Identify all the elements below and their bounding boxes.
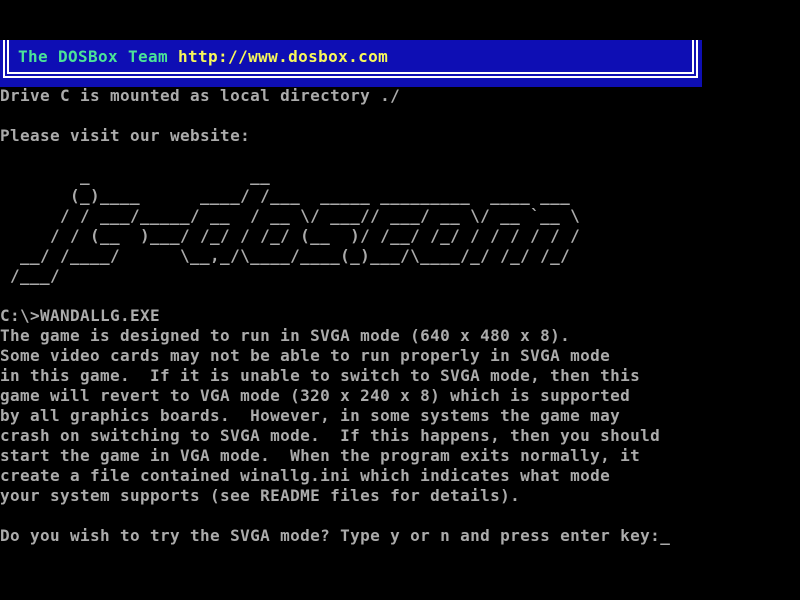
banner-text-line: The DOSBox Team http://www.dosbox.com [18,47,388,67]
svga-question-line: Do you wish to try the SVGA mode? Type y… [0,526,670,546]
dosbox-team-label: The DOSBox Team [18,47,178,66]
svga-info-text-block: The game is designed to run in SVGA mode… [0,326,660,506]
mount-status-line: Drive C is mounted as local directory ./ [0,86,400,106]
terminal-cursor[interactable]: _ [660,526,670,545]
dosbox-terminal-screen[interactable]: The DOSBox Team http://www.dosbox.com Dr… [0,0,800,600]
dosbox-welcome-banner: The DOSBox Team http://www.dosbox.com [0,40,702,87]
command-prompt-line: C:\>WANDALLG.EXE [0,306,160,326]
question-text: Do you wish to try the SVGA mode? Type y… [0,526,660,545]
dosbox-url-link: http://www.dosbox.com [178,47,388,66]
jsdos-ascii-logo: _ __ (_)____ ____/ /___ _____ _________ … [0,166,580,286]
visit-website-line: Please visit our website: [0,126,250,146]
